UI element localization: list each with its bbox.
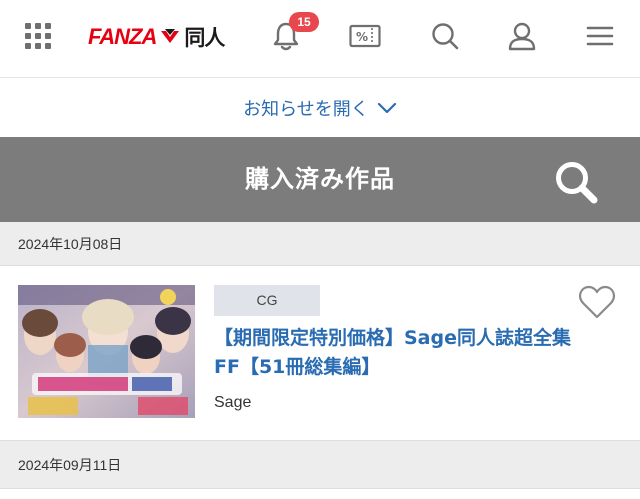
chevron-down-icon	[377, 102, 396, 114]
search-icon[interactable]	[425, 16, 465, 56]
list-continuation	[0, 489, 640, 499]
grid-menu-icon[interactable]	[18, 16, 58, 56]
purchase-date: 2024年10月08日	[18, 236, 123, 252]
app-header: FANZA 同人 15 %	[0, 0, 640, 78]
logo-sub-text: 同人	[184, 26, 225, 50]
item-thumbnail[interactable]	[18, 285, 195, 418]
notice-toggle-label: お知らせを開く	[243, 99, 369, 120]
logo-mark-icon	[161, 29, 180, 43]
fanza-doujin-logo[interactable]: FANZA 同人	[88, 22, 225, 52]
page-title-bar: 購入済み作品	[0, 137, 640, 222]
page-title: 購入済み作品	[245, 165, 395, 193]
hamburger-menu-icon[interactable]	[580, 16, 620, 56]
category-tag: CG	[214, 285, 320, 316]
coupon-icon[interactable]: %	[345, 16, 385, 56]
user-icon[interactable]	[502, 16, 542, 56]
item-circle-name[interactable]: Sage	[214, 394, 251, 412]
purchased-item[interactable]: CG 【期間限定特別価格】Sage同人誌超全集FF【51冊総集編】 Sage	[0, 266, 640, 441]
purchase-date-header: 2024年10月08日	[0, 222, 640, 266]
purchase-date-header: 2024年09月11日	[0, 441, 640, 489]
coupon-percent-symbol: %	[356, 30, 368, 44]
favorite-heart-icon[interactable]	[578, 284, 616, 320]
item-title-link[interactable]: 【期間限定特別価格】Sage同人誌超全集FF【51冊総集編】	[214, 324, 574, 382]
purchase-date: 2024年09月11日	[18, 457, 122, 473]
notice-toggle[interactable]: お知らせを開く	[0, 79, 640, 137]
purchase-search-icon[interactable]	[552, 158, 602, 206]
notification-count-badge: 15	[289, 12, 319, 32]
logo-brand-text: FANZA	[88, 24, 157, 49]
